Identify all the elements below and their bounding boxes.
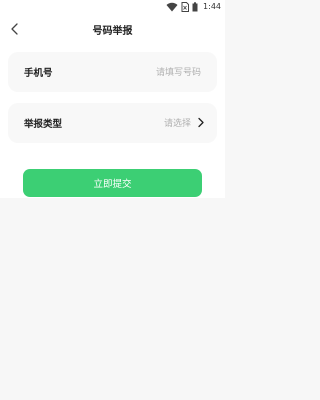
submit-button[interactable]: 立即提交 — [23, 169, 202, 197]
report-type-value: 请选择 — [163, 119, 191, 129]
battery-icon — [192, 2, 198, 12]
chevron-right-icon — [198, 117, 204, 128]
report-type-selector[interactable]: 举报类型 请选择 — [8, 103, 217, 143]
phone-label: 手机号 — [24, 68, 53, 79]
phone-input[interactable]: 请填写号码 — [156, 65, 201, 78]
status-bar: 1:44 — [0, 0, 225, 16]
title-bar: 号码举报 — [0, 16, 225, 42]
sim-icon — [181, 2, 190, 12]
content-area: 1:44 号码举报 手机号 请填写号码 举报类型 请选择 立即提交 — [0, 0, 225, 198]
report-type-label: 举报类型 — [24, 119, 63, 130]
wifi-icon — [166, 2, 178, 12]
status-time: 1:44 — [203, 2, 221, 11]
status-icons: 1:44 — [166, 2, 221, 12]
phone-field[interactable]: 手机号 请填写号码 — [8, 52, 217, 92]
page-title: 号码举报 — [92, 26, 133, 37]
